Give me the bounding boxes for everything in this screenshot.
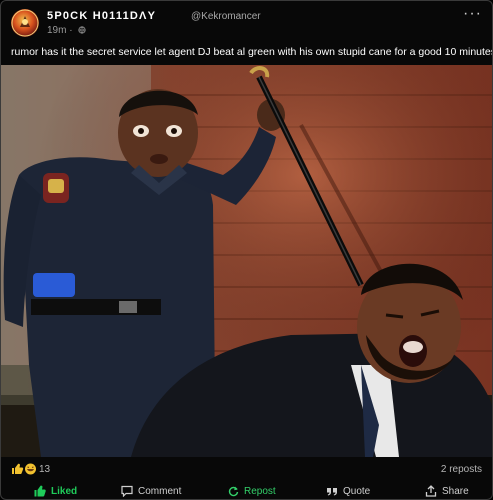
quote-icon	[327, 488, 337, 496]
engagement-stats: 13 2 reposts	[11, 463, 482, 477]
like-label: Liked	[51, 485, 78, 497]
meme-photo	[1, 65, 492, 457]
post-meta: 19m ·	[47, 25, 86, 36]
comment-button[interactable]: Comment	[121, 484, 181, 498]
comment-label: Comment	[138, 485, 182, 497]
avatar[interactable]	[11, 9, 39, 37]
thumbs-up-icon	[12, 463, 24, 474]
like-button[interactable]: Liked	[34, 484, 77, 498]
globe-icon	[78, 26, 86, 34]
post-card: 5P0CK H0111DΛY @Kekromancer 19m · ··· ru…	[0, 0, 493, 500]
reposts-count[interactable]: 2 reposts	[441, 464, 482, 475]
share-label: Share	[442, 485, 469, 497]
user-handle[interactable]: @Kekromancer	[191, 11, 261, 22]
reaction-count[interactable]: 13	[39, 464, 50, 475]
repost-label: Repost	[244, 485, 276, 497]
post-text: rumor has it the secret service let agen…	[11, 46, 493, 58]
repost-button[interactable]: Repost	[227, 484, 276, 498]
quote-label: Quote	[343, 485, 371, 497]
action-bar: Liked Comment Repost Quote Share	[1, 481, 492, 499]
comment-icon	[121, 485, 133, 497]
repost-icon	[228, 486, 239, 497]
more-options-button[interactable]: ···	[463, 5, 482, 23]
post-age: 19m ·	[47, 25, 73, 36]
quote-button[interactable]: Quote	[326, 484, 370, 498]
post-header: 5P0CK H0111DΛY @Kekromancer 19m · ···	[11, 5, 482, 37]
laugh-icon	[25, 463, 36, 475]
display-name[interactable]: 5P0CK H0111DΛY	[47, 10, 156, 22]
thumbs-up-icon	[34, 485, 46, 497]
share-icon	[425, 485, 437, 497]
reaction-icons[interactable]	[11, 463, 37, 475]
post-image[interactable]	[1, 65, 492, 457]
share-button[interactable]: Share	[425, 484, 469, 498]
